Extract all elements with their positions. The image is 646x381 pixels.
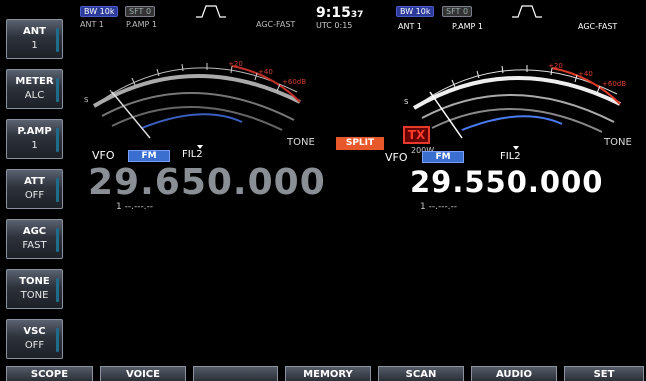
att-key-value: OFF bbox=[24, 190, 45, 201]
main-pamp-text: P.AMP 1 bbox=[126, 20, 157, 29]
att-key[interactable]: ATT OFF bbox=[6, 169, 63, 209]
sub-memory-channel: 1 --.---.-- bbox=[420, 202, 458, 212]
voice-key[interactable]: VOICE bbox=[100, 366, 186, 381]
sub-filter-marker-icon bbox=[513, 146, 519, 150]
clock-hm: 9:15 bbox=[316, 5, 351, 21]
agc-key-label: AGC bbox=[22, 226, 47, 237]
svg-text:S: S bbox=[404, 98, 409, 106]
meter-key[interactable]: METER ALC bbox=[6, 69, 63, 109]
sub-frequency[interactable]: 29.550.000 bbox=[410, 165, 603, 199]
main-frequency[interactable]: 29.650.000 bbox=[88, 162, 326, 203]
main-memory-channel: 1 --.---.-- bbox=[116, 202, 154, 212]
sub-bw-badge: BW 10k bbox=[396, 6, 435, 17]
main-filter-label[interactable]: FIL2 bbox=[182, 149, 203, 160]
tone-key[interactable]: TONE TONE bbox=[6, 269, 63, 309]
scope-key[interactable]: SCOPE bbox=[6, 366, 93, 381]
sub-filter-label[interactable]: FIL2 bbox=[500, 151, 521, 162]
ant-key-value: 1 bbox=[31, 40, 38, 51]
main-ant-text: ANT 1 bbox=[80, 20, 104, 29]
clock: 9:1537 bbox=[316, 5, 363, 21]
main-agc-text: AGC-FAST bbox=[256, 20, 296, 29]
scan-key[interactable]: SCAN bbox=[378, 366, 464, 381]
sub-tone-label: TONE bbox=[604, 137, 632, 148]
agc-key-value: FAST bbox=[22, 240, 47, 251]
set-key[interactable]: SET bbox=[564, 366, 644, 381]
svg-text:+60dB: +60dB bbox=[602, 80, 626, 88]
pamp-key-label: P.AMP bbox=[17, 126, 52, 137]
memory-key[interactable]: MEMORY bbox=[285, 366, 371, 381]
vsc-key[interactable]: VSC OFF bbox=[6, 319, 63, 359]
meter-key-value: ALC bbox=[24, 90, 45, 101]
svg-text:+40: +40 bbox=[258, 68, 273, 76]
pamp-key[interactable]: P.AMP 1 bbox=[6, 119, 63, 159]
sub-vfo-label: VFO bbox=[385, 151, 408, 164]
audio-key[interactable]: AUDIO bbox=[471, 366, 557, 381]
agc-key[interactable]: AGC FAST bbox=[6, 219, 63, 259]
main-filter-shape-icon bbox=[196, 5, 226, 18]
ant-key[interactable]: ANT 1 bbox=[6, 19, 63, 59]
main-bw-badge: BW 10k bbox=[80, 6, 119, 17]
tone-key-value: TONE bbox=[20, 290, 49, 301]
sub-pamp-text: P.AMP 1 bbox=[452, 22, 483, 31]
sub-ant-text: ANT 1 bbox=[398, 22, 422, 31]
svg-text:S: S bbox=[84, 96, 89, 104]
main-sft-badge: SFT 0 bbox=[125, 6, 156, 17]
split-badge[interactable]: SPLIT bbox=[336, 137, 384, 150]
svg-text:+20: +20 bbox=[228, 60, 243, 68]
ant-key-label: ANT bbox=[23, 26, 46, 37]
sub-mode-badge[interactable]: FM bbox=[422, 151, 464, 163]
main-vfo-label: VFO bbox=[92, 149, 115, 162]
main-tone-label: TONE bbox=[287, 137, 315, 148]
main-mode-badge[interactable]: FM bbox=[128, 150, 170, 162]
sub-sft-badge: SFT 0 bbox=[442, 6, 473, 17]
sub-agc-text: AGC-FAST bbox=[578, 22, 618, 31]
vsc-key-label: VSC bbox=[23, 326, 46, 337]
blank-key[interactable] bbox=[193, 366, 278, 381]
att-key-label: ATT bbox=[24, 176, 45, 187]
pamp-key-value: 1 bbox=[31, 140, 38, 151]
meter-key-label: METER bbox=[15, 76, 54, 87]
main-s-meter: S +20 +40 +60dB bbox=[84, 60, 306, 139]
sub-filter-shape-icon bbox=[512, 5, 542, 18]
utc-time: UTC 0:15 bbox=[316, 21, 353, 30]
svg-text:+20: +20 bbox=[548, 62, 563, 70]
svg-text:+40: +40 bbox=[578, 70, 593, 78]
sub-s-meter: S +20 +40 +60dB bbox=[404, 62, 626, 139]
svg-text:+60dB: +60dB bbox=[282, 78, 306, 86]
clock-sec: 37 bbox=[350, 10, 364, 20]
vsc-key-value: OFF bbox=[24, 340, 45, 351]
tone-key-label: TONE bbox=[19, 276, 50, 287]
